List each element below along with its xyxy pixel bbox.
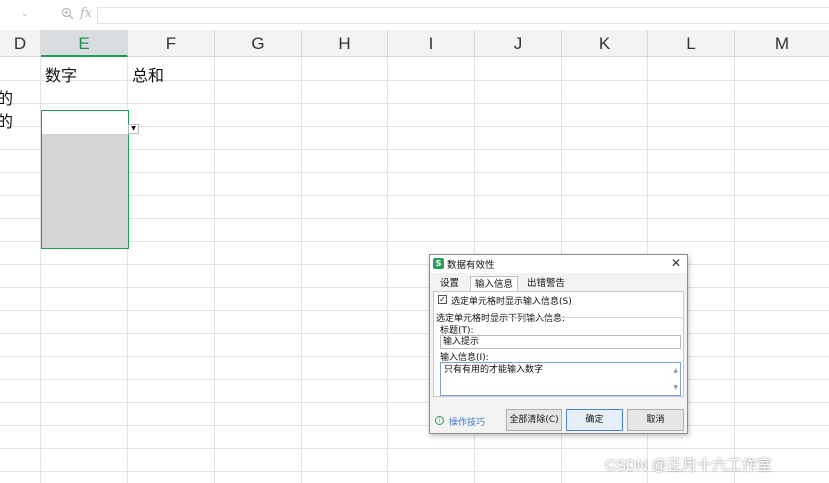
tab-input-message[interactable]: 输入信息 [470,276,519,292]
grid-line [387,57,388,483]
tips-link[interactable]: 操作技巧 [449,415,485,428]
cell-d2[interactable]: 的 [0,85,13,109]
column-header-i[interactable]: I [388,30,475,57]
namebox-dropdown-icon[interactable]: ⌄ [21,9,29,19]
cell-dropdown-button[interactable]: ▼ [128,124,139,134]
title-input[interactable]: 输入提示 [440,335,681,349]
grid-line [0,310,829,311]
column-header-m[interactable]: M [735,30,829,57]
column-header-f[interactable]: F [128,30,215,57]
grid-line [0,287,829,288]
tab-error-alert[interactable]: 出错警告 [523,276,569,291]
cell-d3[interactable]: 的 [0,108,13,132]
grid-line [0,356,829,357]
message-text: 只有有用的才能输入数字 [444,365,544,375]
column-header-h[interactable]: H [302,30,388,57]
tips-icon[interactable]: i [435,416,444,425]
column-header-g[interactable]: G [215,30,302,57]
grid-line [0,103,829,104]
scroll-down-icon[interactable]: ▼ [673,381,678,394]
data-validation-dialog: S 数据有效性 ✕ 设置 输入信息 出错警告 ✓ 选定单元格时显示输入信息(S)… [429,254,688,434]
message-textarea[interactable]: 只有有用的才能输入数字 ▲ ▼ [440,362,681,396]
selection-border [41,110,129,249]
column-header-k[interactable]: K [562,30,648,57]
column-header-l[interactable]: L [648,30,735,57]
close-icon[interactable]: ✕ [671,256,681,270]
watermark: CSDN @正月十六工作室 [605,457,772,474]
grid-line [0,402,829,403]
grid-line [0,80,829,81]
section-divider [494,317,682,318]
tab-settings[interactable]: 设置 [436,276,463,291]
formula-bar: ⌄ fx [0,0,829,30]
grid-line [301,57,302,483]
column-header-e[interactable]: E [41,30,128,57]
column-header-row: D E F G H I J K L M [0,30,829,57]
cell-f1[interactable]: 总和 [132,62,164,86]
ok-button[interactable]: 确定 [566,409,623,431]
dialog-title-bar[interactable]: S 数据有效性 ✕ [430,255,687,273]
show-input-checkbox[interactable]: ✓ [438,295,447,304]
grid-line [214,57,215,483]
zoom-icon[interactable] [61,7,74,20]
grid-line [0,379,829,380]
input-message-panel: ✓ 选定单元格时显示输入信息(S) 选定单元格时显示下列输入信息: 标题(T):… [433,291,684,397]
column-header-j[interactable]: J [475,30,562,57]
grid-line [0,333,829,334]
cell-e1[interactable]: 数字 [45,62,77,86]
formula-input[interactable] [97,7,829,24]
cancel-button[interactable]: 取消 [627,409,684,431]
grid-line [0,448,829,449]
grid-line [0,264,829,265]
clear-all-button[interactable]: 全部清除(C) [506,409,562,431]
grid-line [734,57,735,483]
show-input-checkbox-label[interactable]: 选定单元格时显示输入信息(S) [451,294,572,307]
dialog-title: 数据有效性 [447,260,495,271]
scroll-up-icon[interactable]: ▲ [673,364,678,377]
grid-line [0,425,829,426]
column-header-d[interactable]: D [0,30,41,57]
spreadsheet-grid[interactable]: D E F G H I J K L M ▼ 数字 总和 的 的 [0,30,829,483]
app-logo-icon: S [433,258,444,269]
fx-icon[interactable]: fx [80,6,92,21]
